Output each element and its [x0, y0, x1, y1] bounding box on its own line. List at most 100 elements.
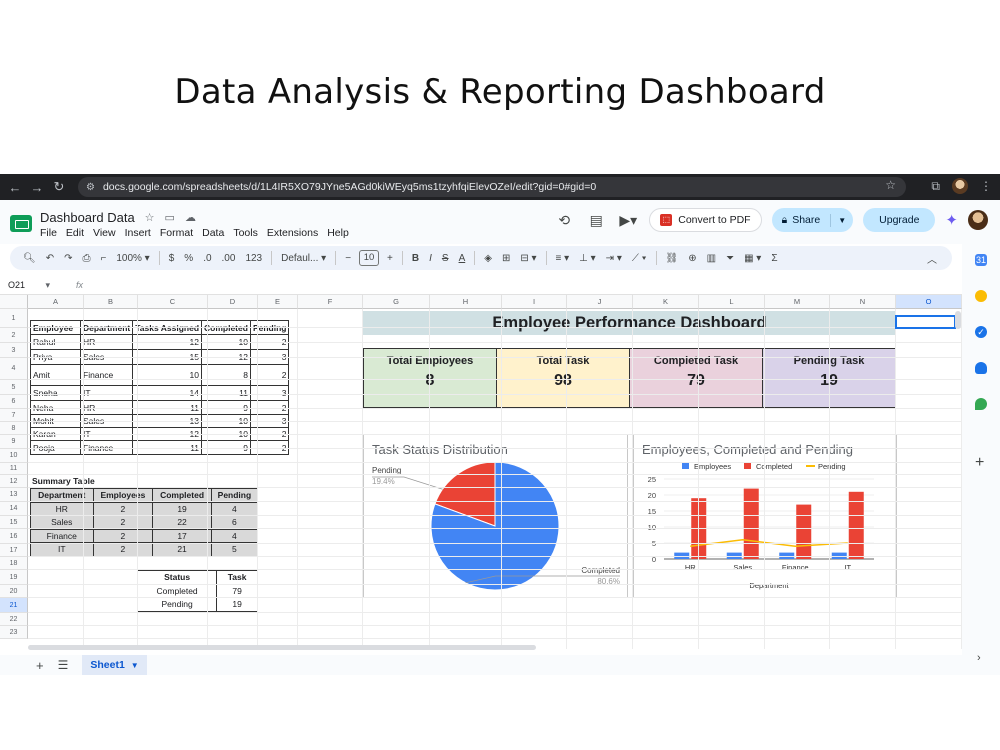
header-cell[interactable]: Employees: [92, 488, 154, 503]
collapse-toolbar-icon[interactable]: ︿: [922, 251, 942, 266]
meet-icon[interactable]: ▶▾: [617, 212, 639, 229]
text-color-icon[interactable]: A: [454, 253, 471, 264]
row-header-23[interactable]: 23: [0, 626, 28, 639]
row-header-21[interactable]: 21: [0, 598, 28, 613]
row-header-15[interactable]: 15: [0, 516, 28, 529]
fill-color-icon[interactable]: ◈: [479, 253, 497, 264]
insert-chart-icon[interactable]: ▥: [702, 253, 721, 264]
increase-decimal-button[interactable]: .00: [217, 253, 241, 264]
table-cell[interactable]: 6: [210, 515, 259, 530]
vertical-scrollbar[interactable]: [955, 311, 961, 329]
column-header-c[interactable]: C: [138, 295, 208, 309]
row-header-12[interactable]: 12: [0, 475, 28, 488]
user-avatar[interactable]: [968, 210, 988, 230]
vertical-align-icon[interactable]: ⊥ ▾: [574, 253, 601, 264]
column-header-n[interactable]: N: [830, 295, 896, 309]
table-cell[interactable]: Completed: [136, 583, 218, 598]
table-cell[interactable]: 11: [201, 385, 251, 401]
table-cell[interactable]: 2: [92, 501, 154, 516]
extensions-icon[interactable]: ⧉: [931, 179, 940, 194]
row-header-4[interactable]: 4: [0, 358, 28, 380]
forward-icon[interactable]: →: [26, 180, 48, 195]
search-menus-icon[interactable]: 🔍︎: [18, 253, 41, 264]
hide-side-panel-icon[interactable]: ›: [977, 652, 981, 664]
font-size-increase-icon[interactable]: +: [382, 253, 398, 264]
menu-edit[interactable]: Edit: [66, 227, 84, 239]
table-cell[interactable]: 19: [216, 597, 258, 612]
menu-help[interactable]: Help: [327, 227, 349, 239]
row-header-14[interactable]: 14: [0, 502, 28, 516]
row-header-18[interactable]: 18: [0, 557, 28, 570]
borders-icon[interactable]: ⊞: [497, 253, 515, 264]
get-addons-icon[interactable]: +: [975, 454, 984, 472]
reload-icon[interactable]: ↻: [48, 179, 70, 195]
font-size-input[interactable]: 10: [359, 250, 380, 266]
menu-data[interactable]: Data: [202, 227, 224, 239]
row-header-7[interactable]: 7: [0, 409, 28, 422]
history-icon[interactable]: ⟲: [553, 212, 575, 229]
profile-avatar[interactable]: [952, 178, 968, 194]
back-icon[interactable]: ←: [4, 180, 26, 195]
table-cell[interactable]: 14: [132, 385, 203, 401]
star-icon[interactable]: ☆: [145, 211, 155, 224]
table-cell[interactable]: 8: [201, 364, 251, 386]
zoom-select[interactable]: 100% ▾: [111, 253, 154, 264]
share-dropdown-icon[interactable]: ▼: [831, 216, 853, 225]
column-header-d[interactable]: D: [208, 295, 258, 309]
functions-icon[interactable]: Σ: [766, 253, 782, 264]
column-header-l[interactable]: L: [699, 295, 765, 309]
bold-icon[interactable]: B: [407, 253, 424, 264]
menu-file[interactable]: File: [40, 227, 57, 239]
row-header-16[interactable]: 16: [0, 529, 28, 544]
table-cell[interactable]: Sneha: [30, 385, 81, 401]
currency-format-button[interactable]: $: [164, 253, 180, 264]
header-cell[interactable]: Task: [216, 570, 258, 585]
bar-chart[interactable]: Employees, Completed and Pending Employe…: [633, 434, 897, 598]
font-size-decrease-icon[interactable]: −: [340, 253, 356, 264]
convert-pdf-button[interactable]: ⬚ Convert to PDF: [649, 208, 762, 232]
name-box[interactable]: O21 ▾: [0, 280, 70, 291]
add-sheet-icon[interactable]: +: [36, 658, 44, 673]
table-cell[interactable]: 5: [210, 542, 259, 557]
redo-icon[interactable]: ↷: [59, 253, 77, 264]
row-header-9[interactable]: 9: [0, 435, 28, 449]
row-header-11[interactable]: 11: [0, 463, 28, 475]
comments-icon[interactable]: ▤: [585, 212, 607, 229]
row-header-3[interactable]: 3: [0, 343, 28, 358]
row-header-5[interactable]: 5: [0, 380, 28, 395]
table-cell[interactable]: 10: [132, 364, 203, 386]
bar-completed-sales[interactable]: [743, 488, 759, 559]
header-cell[interactable]: Status: [136, 570, 218, 585]
undo-icon[interactable]: ↶: [41, 253, 59, 264]
menu-format[interactable]: Format: [160, 227, 193, 239]
table-cell[interactable]: Amit: [30, 364, 81, 386]
column-header-e[interactable]: E: [258, 295, 298, 309]
spreadsheet-grid[interactable]: Summary Table EmployeeDepartmentTasks As…: [0, 295, 962, 649]
print-icon[interactable]: ⎙: [77, 253, 95, 264]
browser-menu-icon[interactable]: ⋮: [980, 179, 992, 193]
font-select[interactable]: Defaul... ▾: [276, 253, 331, 264]
decrease-decimal-button[interactable]: .0: [198, 253, 216, 264]
table-cell[interactable]: 4: [210, 528, 259, 543]
bookmark-star-icon[interactable]: ☆: [885, 178, 896, 192]
sheet-tab-menu-icon[interactable]: ▼: [131, 661, 139, 670]
merge-cells-icon[interactable]: ⊟ ▾: [515, 253, 541, 264]
column-header-h[interactable]: H: [430, 295, 502, 309]
column-header-i[interactable]: I: [502, 295, 567, 309]
select-all-corner[interactable]: [0, 295, 28, 309]
menu-extensions[interactable]: Extensions: [267, 227, 318, 239]
row-header-17[interactable]: 17: [0, 544, 28, 557]
column-header-f[interactable]: F: [298, 295, 363, 309]
all-sheets-icon[interactable]: ☰: [58, 658, 69, 672]
formula-input[interactable]: [83, 276, 962, 294]
menu-insert[interactable]: Insert: [125, 227, 151, 239]
table-cell[interactable]: 2: [92, 542, 154, 557]
pie-chart[interactable]: Task Status Distribution Pending 19.4% Com…: [363, 434, 628, 598]
menu-view[interactable]: View: [93, 227, 116, 239]
row-header-6[interactable]: 6: [0, 395, 28, 409]
sheet-tab-sheet1[interactable]: Sheet1 ▼: [82, 655, 147, 675]
insert-comment-icon[interactable]: ⊕: [683, 253, 701, 264]
gemini-icon[interactable]: ✦: [945, 211, 958, 229]
column-header-j[interactable]: J: [567, 295, 633, 309]
contacts-icon[interactable]: [975, 362, 987, 374]
